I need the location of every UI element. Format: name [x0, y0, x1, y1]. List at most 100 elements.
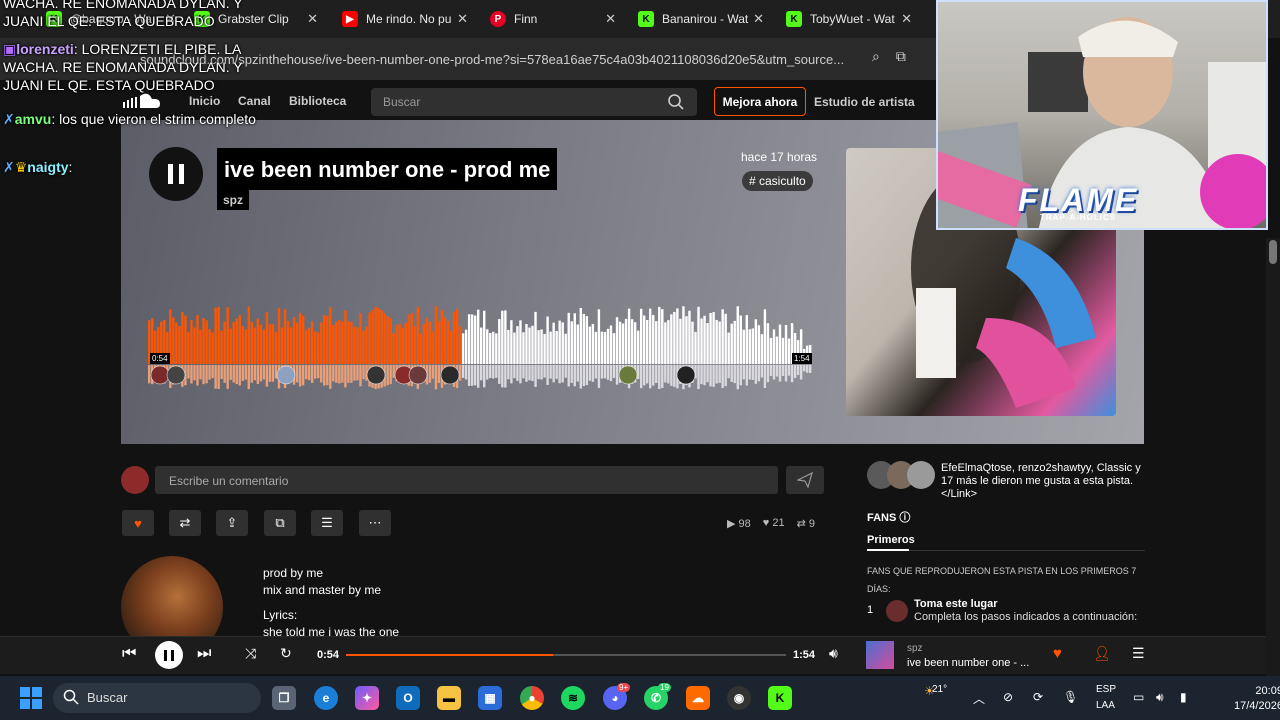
obs-icon[interactable]: ◉: [727, 686, 751, 710]
waveform-bar-reflection: [344, 365, 347, 388]
shuffle-icon[interactable]: ⤨: [245, 645, 256, 662]
waveform-bar-reflection: [757, 365, 761, 382]
system-clock[interactable]: 20:09 17/4/2026: [1234, 684, 1280, 714]
install-app-icon[interactable]: ⧉: [896, 48, 906, 65]
scrollbar[interactable]: [1266, 238, 1280, 676]
waveform-comment-avatar[interactable]: [276, 365, 296, 385]
waveform-bar-reflection: [763, 365, 767, 388]
waveform-comment-avatar[interactable]: [366, 365, 386, 385]
soundcloud-app-icon[interactable]: ☁: [686, 686, 710, 710]
language-code[interactable]: ESP: [1096, 684, 1116, 695]
battery-icon[interactable]: ▮: [1180, 690, 1187, 704]
add-to-queue-button[interactable]: ☰: [311, 510, 343, 536]
follow-icon[interactable]: 👤︎: [1093, 645, 1111, 662]
waveform-comment-avatar[interactable]: [618, 365, 638, 385]
waveform-bar-reflection: [655, 365, 658, 383]
waveform-bar: [353, 326, 356, 364]
kick-icon[interactable]: K: [768, 686, 792, 710]
player-like-icon[interactable]: ♥: [1053, 645, 1062, 662]
likers-avatars[interactable]: [866, 458, 936, 492]
tab-pinterest[interactable]: P Finn ✕: [490, 6, 616, 32]
waveform-bar-reflection: [241, 365, 244, 381]
artist-studio-link[interactable]: Estudio de artista: [814, 95, 915, 109]
pinterest-icon: P: [490, 11, 506, 27]
close-icon[interactable]: ✕: [901, 11, 912, 27]
tab-primeros[interactable]: Primeros: [867, 534, 915, 546]
queue-icon[interactable]: ☰: [1132, 645, 1145, 662]
waveform-comment-avatar[interactable]: [676, 365, 696, 385]
genre-tag[interactable]: # casiculto: [742, 171, 813, 191]
waveform-bar-reflection: [805, 365, 809, 373]
network-off-icon[interactable]: ⊘: [1003, 690, 1013, 704]
keyboard-layout[interactable]: LAA: [1096, 700, 1115, 711]
send-comment-button[interactable]: [786, 466, 824, 494]
outlook-icon[interactable]: O: [396, 686, 420, 710]
repost-button[interactable]: ⇄: [169, 510, 201, 536]
file-explorer-icon[interactable]: ▬: [437, 686, 461, 710]
display-icon[interactable]: ▭: [1133, 690, 1144, 704]
search-icon[interactable]: [667, 93, 685, 111]
task-view-icon[interactable]: ❐: [272, 686, 296, 710]
waveform-bar-reflection: [304, 365, 308, 380]
copilot-icon[interactable]: ✦: [355, 686, 379, 710]
copy-link-button[interactable]: ⧉: [264, 510, 296, 536]
next-icon[interactable]: ⏭: [197, 645, 211, 663]
comment-input[interactable]: Escribe un comentario: [155, 466, 778, 494]
zoom-icon[interactable]: ⌕: [872, 48, 880, 65]
user-avatar[interactable]: [121, 466, 149, 494]
info-icon[interactable]: ⓘ: [899, 512, 910, 524]
close-icon[interactable]: ✕: [457, 11, 468, 27]
store-icon[interactable]: ▦: [478, 686, 502, 710]
upgrade-button[interactable]: Mejora ahora: [714, 87, 806, 116]
search-input[interactable]: Buscar: [371, 88, 697, 116]
likers-text[interactable]: EfeElmaQtose, renzo2shawtyy, Classic y 1…: [941, 462, 1146, 501]
waveform-bar-reflection: [775, 365, 779, 377]
repeat-icon[interactable]: ↻: [280, 645, 292, 662]
volume-icon[interactable]: 🔊︎: [829, 645, 838, 662]
waveform-bar-reflection: [739, 365, 742, 386]
track-artist[interactable]: spz: [217, 190, 250, 210]
track-stats: ▶ 98 ♥ 21 ⇄ 9: [727, 517, 815, 530]
player-pause-button[interactable]: [155, 641, 183, 669]
waveform-bar: [202, 318, 205, 364]
chrome-icon[interactable]: ●: [520, 686, 544, 710]
weather-temp[interactable]: 21°: [932, 684, 947, 695]
nav-library[interactable]: Biblioteca: [289, 94, 346, 108]
scrollbar-thumb[interactable]: [1269, 240, 1277, 264]
player-cover-art[interactable]: [866, 641, 894, 669]
waveform[interactable]: [148, 300, 812, 390]
player-progress-bar[interactable]: [346, 654, 786, 656]
waveform-bar-reflection: [772, 365, 776, 380]
waveform-bar: [582, 313, 586, 364]
edge-icon[interactable]: e: [314, 686, 338, 710]
waveform-comment-avatar[interactable]: [440, 365, 460, 385]
nav-home[interactable]: Inicio: [189, 94, 220, 108]
tab-youtube[interactable]: ▶ Me rindo. No pu ✕: [342, 6, 468, 32]
spotify-icon[interactable]: ≋: [561, 686, 585, 710]
waveform-bar-reflection: [467, 365, 471, 386]
close-icon[interactable]: ✕: [753, 11, 764, 27]
waveform-bar: [190, 320, 193, 364]
waveform-bar-reflection: [576, 365, 579, 382]
share-button[interactable]: ⇪: [216, 510, 248, 536]
previous-icon[interactable]: ⏮: [122, 645, 136, 663]
taskbar-search[interactable]: Buscar: [53, 683, 261, 713]
more-button[interactable]: ⋯: [359, 510, 391, 536]
like-button[interactable]: ♥: [122, 510, 154, 536]
waveform-comment-avatar[interactable]: [408, 365, 428, 385]
sync-icon[interactable]: ⟳: [1033, 690, 1043, 704]
player-artist[interactable]: spz: [907, 643, 923, 654]
close-icon[interactable]: ✕: [605, 11, 616, 27]
waveform-comment-avatar[interactable]: [150, 365, 170, 385]
nav-feed[interactable]: Canal: [238, 94, 271, 108]
waveform-comment-avatar[interactable]: [166, 365, 186, 385]
speaker-icon[interactable]: 🔊︎: [1156, 690, 1164, 705]
tray-overflow-icon[interactable]: ︿: [973, 690, 985, 707]
tab-tobywuet[interactable]: K TobyWuet - Wat ✕: [786, 6, 912, 32]
waveform-bar-reflection: [238, 365, 241, 386]
microphone-icon[interactable]: 🎙︎: [1063, 690, 1078, 704]
close-icon[interactable]: ✕: [307, 11, 318, 27]
tab-bananirou[interactable]: K Bananirou - Wat ✕: [638, 6, 764, 32]
windows-start-icon[interactable]: [20, 687, 42, 714]
player-track-title[interactable]: ive been number one - ...: [907, 657, 1029, 669]
